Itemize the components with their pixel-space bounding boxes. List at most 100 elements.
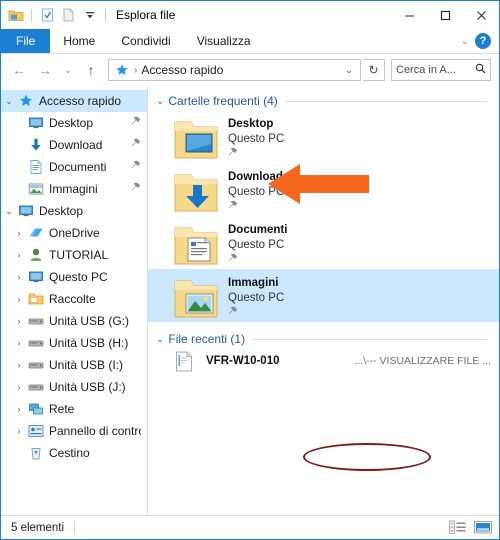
folder-tile[interactable]: Download Questo PC <box>148 163 499 216</box>
frequent-folders-list: Desktop Questo PC Download Questo PC Documen… <box>148 110 499 322</box>
folder-tile-subtitle: Questo PC <box>228 186 285 198</box>
chevron-right-icon[interactable]: › <box>11 404 27 414</box>
sidebar-item-label: OneDrive <box>49 226 100 240</box>
sidebar-item-label: Desktop <box>49 116 94 130</box>
pin-icon[interactable] <box>228 147 284 162</box>
sidebar-item-desktop[interactable]: Desktop <box>1 112 147 134</box>
folder-documents-icon <box>172 220 220 266</box>
folder-tile[interactable]: Immagini Questo PC <box>148 269 499 322</box>
details-view-icon[interactable] <box>447 519 467 537</box>
sidebar-item-label: Immagini <box>49 182 98 196</box>
breadcrumb-dropdown-icon[interactable]: ⌄ <box>340 60 358 80</box>
title-bar: Esplora file <box>1 1 499 29</box>
chevron-right-icon[interactable]: › <box>11 272 27 282</box>
document-file-icon <box>174 350 194 372</box>
window-title: Esplora file <box>116 8 176 22</box>
properties-icon[interactable] <box>39 7 56 24</box>
drive-icon <box>27 335 44 351</box>
pin-icon[interactable] <box>131 138 141 152</box>
chevron-right-icon[interactable]: › <box>11 338 27 348</box>
recent-locations-button[interactable]: ⌄ <box>59 58 77 82</box>
sidebar-item-immagini[interactable]: Immagini <box>1 178 147 200</box>
sidebar-item-unit-usb-g[interactable]: › Unità USB (G:) <box>1 310 147 332</box>
tab-home[interactable]: Home <box>50 29 108 53</box>
folder-download-icon <box>172 167 220 213</box>
sidebar-item-pannello-di-controll[interactable]: › Pannello di controll <box>1 420 147 442</box>
sidebar-item-raccolte[interactable]: › Raccolte <box>1 288 147 310</box>
chevron-down-icon[interactable]: ⌄ <box>1 96 17 107</box>
search-box[interactable]: Cerca in A... <box>391 59 491 81</box>
search-input[interactable]: Cerca in A... <box>396 64 475 76</box>
chevron-right-icon[interactable]: › <box>11 250 27 260</box>
sidebar-item-tutorial[interactable]: › TUTORIAL <box>1 244 147 266</box>
sidebar-item-questo-pc[interactable]: › Questo PC <box>1 266 147 288</box>
customize-dropdown-icon[interactable] <box>81 7 98 24</box>
folder-pictures-icon <box>172 273 220 319</box>
sidebar-item-label: Unità USB (G:) <box>49 314 130 328</box>
folder-desktop-icon <box>172 114 220 160</box>
folder-tile[interactable]: Documenti Questo PC <box>148 216 499 269</box>
breadcrumb[interactable]: › Accesso rapido ⌄ <box>108 59 361 81</box>
ribbon-right-controls: ⌄ ? <box>461 29 499 53</box>
pin-icon[interactable] <box>131 160 141 174</box>
sidebar-item-label: Download <box>49 138 103 152</box>
recent-file-path: ...\--- VISUALIZZARE FILE ... <box>354 355 491 367</box>
pin-icon[interactable] <box>131 116 141 130</box>
forward-button[interactable]: → <box>33 58 57 82</box>
breadcrumb-separator: › <box>134 64 138 76</box>
chevron-down-icon[interactable]: ⌄ <box>156 96 164 107</box>
folder-tile[interactable]: Desktop Questo PC <box>148 110 499 163</box>
chevron-down-icon[interactable]: ⌄ <box>461 36 469 47</box>
chevron-right-icon[interactable]: › <box>11 360 27 370</box>
status-divider <box>74 521 76 534</box>
network-icon <box>27 401 44 417</box>
sidebar-item-rete[interactable]: › Rete <box>1 398 147 420</box>
cloud-icon <box>27 225 44 241</box>
pin-icon[interactable] <box>228 306 284 321</box>
folder-icon[interactable] <box>7 7 24 24</box>
chevron-right-icon[interactable]: › <box>11 228 27 238</box>
close-button[interactable] <box>463 1 499 29</box>
chevron-down-icon[interactable]: ⌄ <box>1 206 17 217</box>
folder-tile-text: Desktop Questo PC <box>228 114 284 162</box>
new-folder-icon[interactable] <box>60 7 77 24</box>
sidebar-item-unit-usb-j[interactable]: › Unità USB (J:) <box>1 376 147 398</box>
chevron-right-icon[interactable]: › <box>11 294 27 304</box>
pin-icon[interactable] <box>228 200 284 215</box>
picture-icon <box>27 181 44 197</box>
sidebar-item-download[interactable]: Download <box>1 134 147 156</box>
up-button[interactable]: ↑ <box>79 58 103 82</box>
back-button[interactable]: ← <box>7 58 31 82</box>
sidebar-item-accesso-rapido[interactable]: ⌄ Accesso rapido <box>1 90 147 112</box>
frequent-folders-header[interactable]: ⌄ Cartelle frequenti (4) <box>148 86 499 110</box>
tab-visualizza[interactable]: Visualizza <box>184 29 264 53</box>
sidebar-item-desktop[interactable]: ⌄ Desktop <box>1 200 147 222</box>
sidebar-item-unit-usb-i[interactable]: › Unità USB (I:) <box>1 354 147 376</box>
recent-file-row[interactable]: VFR-W10-010 ...\--- VISUALIZZARE FILE ... <box>148 346 499 376</box>
chevron-right-icon[interactable]: › <box>11 426 27 436</box>
toolbar-divider-2 <box>105 8 106 22</box>
refresh-button[interactable]: ↻ <box>363 59 385 81</box>
ribbon-tab-bar: File Home Condividi Visualizza ⌄ ? <box>1 29 499 54</box>
chevron-right-icon[interactable]: › <box>11 316 27 326</box>
folder-tile-subtitle: Questo PC <box>228 133 285 145</box>
pin-icon[interactable] <box>131 182 141 196</box>
sidebar-item-onedrive[interactable]: › OneDrive <box>1 222 147 244</box>
minimize-button[interactable] <box>391 1 427 29</box>
folder-tile-text: Download Questo PC <box>228 167 284 215</box>
help-icon[interactable]: ? <box>475 33 491 49</box>
monitor-icon <box>27 269 44 285</box>
chevron-down-icon[interactable]: ⌄ <box>156 334 164 345</box>
chevron-right-icon[interactable]: › <box>11 382 27 392</box>
folder-tile-text: Documenti Questo PC <box>228 220 287 268</box>
sidebar-item-documenti[interactable]: Documenti <box>1 156 147 178</box>
tab-file[interactable]: File <box>1 29 51 53</box>
pin-icon[interactable] <box>228 253 287 268</box>
breadcrumb-path[interactable]: Accesso rapido <box>141 63 223 77</box>
sidebar-item-cestino[interactable]: Cestino <box>1 442 147 464</box>
recent-files-header[interactable]: ⌄ File recenti (1) <box>148 322 499 346</box>
sidebar-item-unit-usb-h[interactable]: › Unità USB (H:) <box>1 332 147 354</box>
tab-condividi[interactable]: Condividi <box>108 29 183 53</box>
large-icons-view-icon[interactable] <box>473 519 493 537</box>
maximize-button[interactable] <box>427 1 463 29</box>
